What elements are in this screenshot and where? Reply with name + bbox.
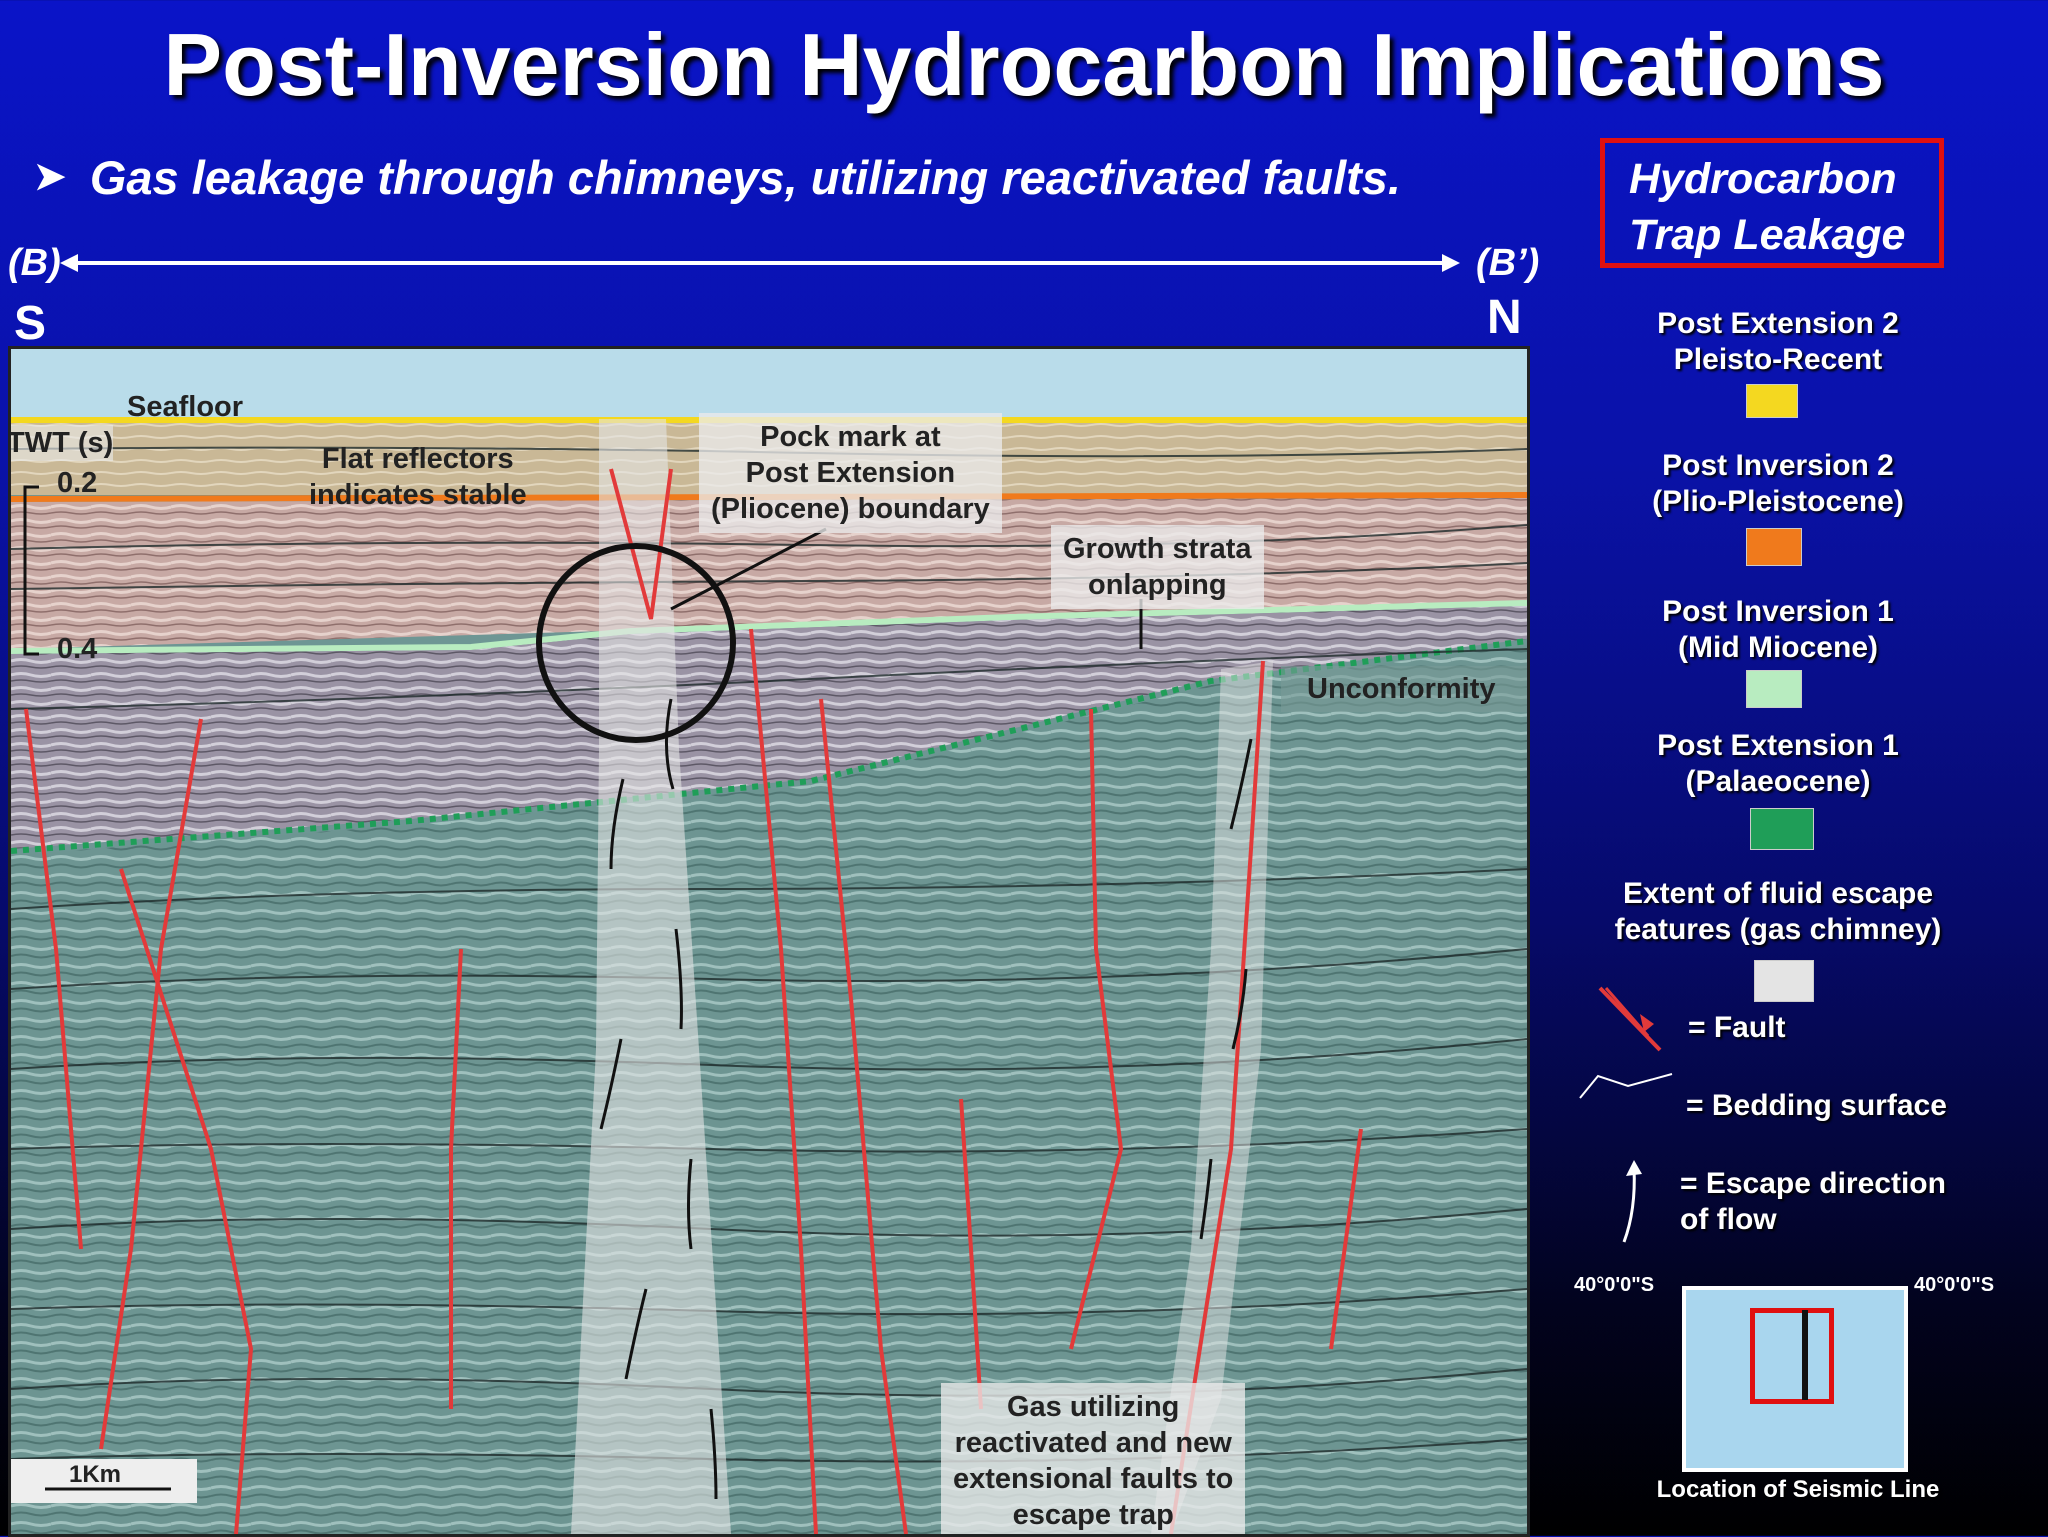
trap-leakage-box: Hydrocarbon Trap Leakage [1600,138,1944,268]
section-end-label: (B’) [1476,242,1540,284]
legend: Post Extension 2 Pleisto-Recent Post Inv… [1588,306,1968,1002]
trap-box-line2: Trap Leakage [1629,211,1906,259]
location-caption: Location of Seismic Line [1656,1476,1940,1503]
north-direction-label: N [1487,291,1522,344]
south-direction-label: S [14,297,47,350]
location-lat-left: 40°0'0"S [1574,1274,1655,1296]
swatch-pleisto-recent [1746,384,1798,418]
legend-gas-chimney: Extent of fluid escape features (gas chi… [1614,877,1942,946]
swatch-gas-chimney [1754,960,1814,1002]
section-start-label: (B) [8,242,61,284]
swatch-palaeocene [1750,808,1814,850]
legend-bedding-label: = Bedding surface [1686,1089,1947,1122]
bullet-point: ➤ Gas leakage through chimneys, utilizing… [34,150,1401,205]
pock-mark-label: Pock mark at Post Extension (Pliocene) b… [699,413,1002,533]
seafloor-label: Seafloor [127,391,244,423]
bedding-symbol-icon [1579,1073,1673,1099]
escape-flow-symbol-icon [1622,1160,1642,1243]
location-lat-right: 40°0'0"S [1914,1274,1995,1296]
swatch-mid-miocene [1746,670,1802,708]
location-map [1682,1286,1908,1472]
scale-bar-label: 1Km [69,1461,122,1488]
bullet-arrow-icon: ➤ [34,156,66,198]
legend-unit-palaeocene: Post Extension 1 (Palaeocene) [1657,729,1899,798]
unconformity-label: Unconformity [1307,673,1496,705]
twt-tick-0-2: 0.2 [57,467,98,499]
legend-escape-label: = Escape direction of flow [1680,1167,1946,1236]
legend-unit-plio-pleistocene: Post Inversion 2 (Plio-Pleistocene) [1652,449,1904,518]
legend-unit-pleisto-recent: Post Extension 2 Pleisto-Recent [1657,307,1899,376]
swatch-plio-pleistocene [1746,528,1802,566]
fault-symbol-icon [1598,986,1662,1052]
location-area-box [1750,1308,1834,1404]
legend-unit-mid-miocene: Post Inversion 1 (Mid Miocene) [1662,595,1894,664]
legend-fault-label: = Fault [1688,1011,1786,1044]
twt-tick-0-4: 0.4 [57,633,98,665]
trap-box-line1: Hydrocarbon [1629,155,1897,203]
section-direction-arrow-icon [60,254,1460,272]
flat-reflectors-label: Flat reflectors indicates stable [309,443,527,511]
bullet-text: Gas leakage through chimneys, utilizing … [89,151,1401,204]
twt-axis-label: TWT (s) [8,425,114,461]
seismic-section: Seafloor TWT (s) 0.2 0.4 Flat reflectors… [8,346,1530,1537]
seismic-line-marker [1802,1310,1808,1400]
gas-escape-note: Gas utilizing reactivated and new extens… [941,1383,1246,1534]
slide-title: Post-Inversion Hydrocarbon Implications [163,15,1885,114]
growth-strata-label: Growth strata onlapping [1051,525,1264,609]
